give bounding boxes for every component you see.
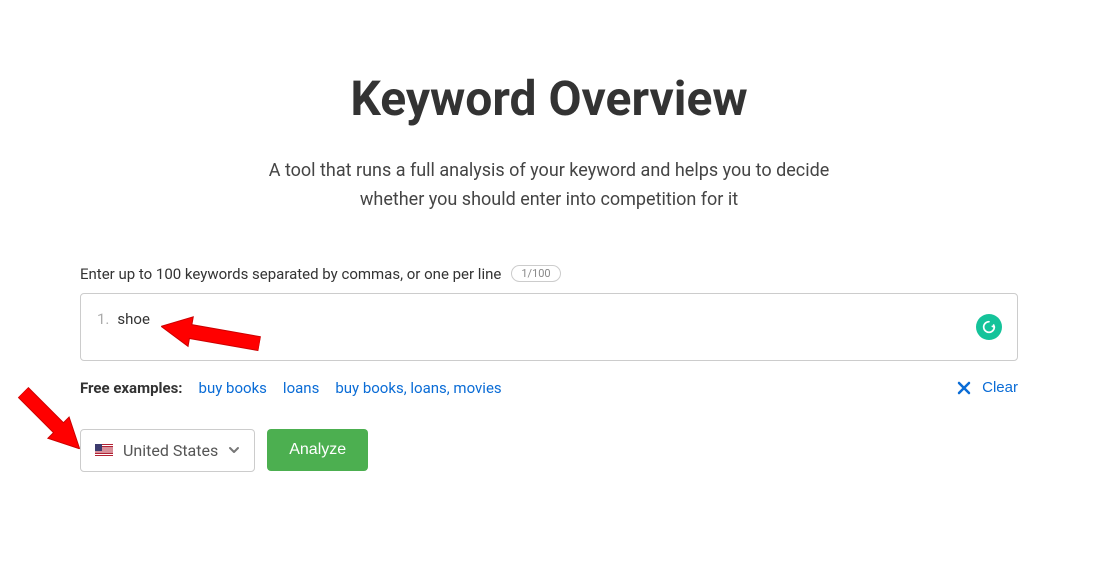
example-link-2[interactable]: buy books, loans, movies xyxy=(335,379,501,397)
us-flag-icon xyxy=(95,444,113,456)
examples-left: Free examples: buy books loans buy books… xyxy=(80,379,502,397)
controls-row: United States Analyze xyxy=(80,429,1018,472)
input-label-row: Enter up to 100 keywords separated by co… xyxy=(80,265,1018,283)
example-link-1[interactable]: loans xyxy=(283,379,319,397)
examples-label: Free examples: xyxy=(80,379,183,397)
country-selected-label: United States xyxy=(123,441,218,460)
keyword-count-badge: 1/100 xyxy=(511,265,560,282)
line-number: 1. xyxy=(97,310,109,328)
keyword-input-label: Enter up to 100 keywords separated by co… xyxy=(80,265,501,283)
keyword-value: shoe xyxy=(117,310,150,328)
page-title: Keyword Overview xyxy=(80,70,1018,127)
main-container: Keyword Overview A tool that runs a full… xyxy=(0,0,1098,472)
clear-label: Clear xyxy=(982,379,1018,396)
grammarly-icon[interactable] xyxy=(976,314,1002,340)
chevron-down-icon xyxy=(228,444,240,456)
page-description: A tool that runs a full analysis of your… xyxy=(239,157,859,215)
close-icon xyxy=(956,380,972,396)
country-select[interactable]: United States xyxy=(80,429,255,472)
examples-row: Free examples: buy books loans buy books… xyxy=(80,379,1018,397)
example-link-0[interactable]: buy books xyxy=(199,379,267,397)
clear-button[interactable]: Clear xyxy=(956,379,1018,396)
analyze-button[interactable]: Analyze xyxy=(267,429,368,471)
